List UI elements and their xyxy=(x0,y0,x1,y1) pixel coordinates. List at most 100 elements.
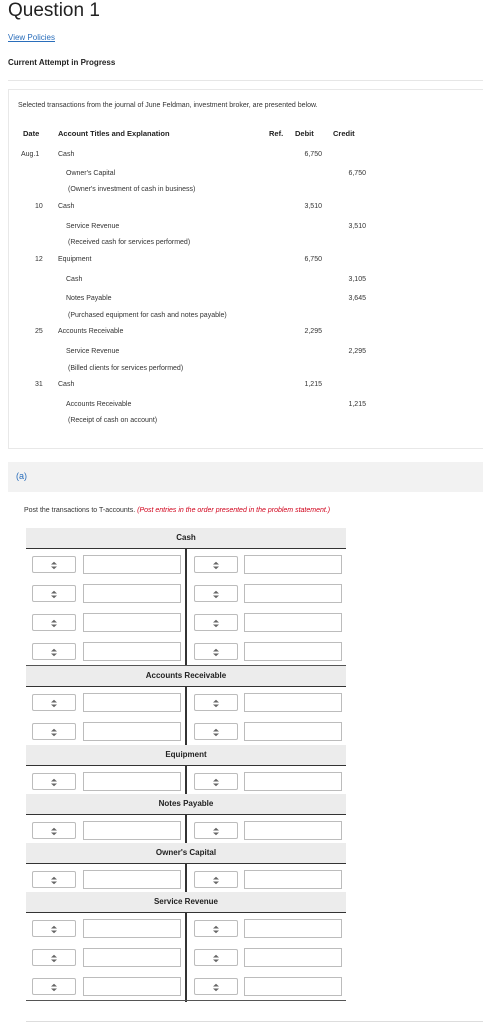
debit-amount-input[interactable] xyxy=(83,772,181,791)
instruction-note: (Post entries in the order presented in … xyxy=(137,507,331,514)
credit-amount-input[interactable] xyxy=(244,948,342,967)
part-a-label: (a) xyxy=(16,471,27,481)
up-down-chevron-icon xyxy=(51,561,57,570)
debit-account-select[interactable] xyxy=(32,556,76,573)
debit-account-select[interactable] xyxy=(32,871,76,888)
credit-account-select[interactable] xyxy=(194,822,238,839)
credit-amount-input[interactable] xyxy=(244,977,342,996)
credit-amount-input[interactable] xyxy=(244,613,342,632)
debit-account-select[interactable] xyxy=(32,643,76,660)
col-ref: Ref. xyxy=(269,129,284,138)
t-account-divider xyxy=(185,864,187,895)
t-account-divider xyxy=(185,549,187,667)
debit-amount-input[interactable] xyxy=(83,870,181,889)
entry-date: 10 xyxy=(35,203,43,210)
t-account-header: Equipment xyxy=(26,745,346,766)
debit-account-select[interactable] xyxy=(32,723,76,740)
divider xyxy=(8,80,483,81)
credit-account-select[interactable] xyxy=(194,978,238,995)
debit-amount-input[interactable] xyxy=(83,693,181,712)
credit-amount-input[interactable] xyxy=(244,821,342,840)
entry-credit-account: Accounts Receivable xyxy=(66,401,132,408)
t-account-header: Owner's Capital xyxy=(26,843,346,864)
debit-account-select[interactable] xyxy=(32,585,76,602)
entry-credit-amount: 1,215 xyxy=(348,401,366,408)
col-account: Account Titles and Explanation xyxy=(58,129,170,138)
credit-account-select[interactable] xyxy=(194,920,238,937)
credit-amount-input[interactable] xyxy=(244,693,342,712)
credit-account-select[interactable] xyxy=(194,614,238,631)
debit-account-select[interactable] xyxy=(32,920,76,937)
debit-amount-input[interactable] xyxy=(83,948,181,967)
debit-amount-input[interactable] xyxy=(83,821,181,840)
entry-debit-amount: 2,295 xyxy=(304,328,322,335)
up-down-chevron-icon xyxy=(213,648,219,657)
debit-amount-input[interactable] xyxy=(83,584,181,603)
credit-account-select[interactable] xyxy=(194,871,238,888)
up-down-chevron-icon xyxy=(51,728,57,737)
credit-amount-input[interactable] xyxy=(244,555,342,574)
debit-amount-input[interactable] xyxy=(83,919,181,938)
debit-amount-input[interactable] xyxy=(83,613,181,632)
debit-account-select[interactable] xyxy=(32,773,76,790)
up-down-chevron-icon xyxy=(213,619,219,628)
entry-explanation: (Billed clients for services performed) xyxy=(68,365,184,372)
debit-account-select[interactable] xyxy=(32,822,76,839)
entry-credit-account: Notes Payable xyxy=(66,295,112,302)
up-down-chevron-icon xyxy=(213,778,219,787)
entry-credit-account: Cash xyxy=(66,276,83,283)
credit-account-select[interactable] xyxy=(194,723,238,740)
credit-amount-input[interactable] xyxy=(244,584,342,603)
up-down-chevron-icon xyxy=(213,699,219,708)
up-down-chevron-icon xyxy=(51,778,57,787)
credit-amount-input[interactable] xyxy=(244,772,342,791)
view-policies-link[interactable]: View Policies xyxy=(8,33,55,42)
debit-account-select[interactable] xyxy=(32,614,76,631)
credit-account-select[interactable] xyxy=(194,694,238,711)
entry-date: 12 xyxy=(35,256,43,263)
credit-account-select[interactable] xyxy=(194,643,238,660)
entry-credit-amount: 3,105 xyxy=(348,276,366,283)
t-account-header: Accounts Receivable xyxy=(26,666,346,687)
debit-amount-input[interactable] xyxy=(83,642,181,661)
t-account-header: Notes Payable xyxy=(26,794,346,815)
entry-explanation: (Received cash for services performed) xyxy=(68,239,191,246)
up-down-chevron-icon xyxy=(213,561,219,570)
debit-amount-input[interactable] xyxy=(83,722,181,741)
col-debit: Debit xyxy=(295,129,314,138)
entry-credit-account: Service Revenue xyxy=(66,223,120,230)
t-account-divider xyxy=(185,766,187,797)
t-account-divider xyxy=(185,687,187,747)
up-down-chevron-icon xyxy=(213,590,219,599)
credit-amount-input[interactable] xyxy=(244,870,342,889)
credit-amount-input[interactable] xyxy=(244,919,342,938)
debit-account-select[interactable] xyxy=(32,694,76,711)
t-account-title: Cash xyxy=(176,533,196,542)
credit-account-select[interactable] xyxy=(194,556,238,573)
up-down-chevron-icon xyxy=(213,876,219,885)
entry-credit-account: Service Revenue xyxy=(66,348,120,355)
part-a-header: (a) xyxy=(8,462,483,492)
col-date: Date xyxy=(23,129,40,138)
debit-amount-input[interactable] xyxy=(83,977,181,996)
debit-account-select[interactable] xyxy=(32,978,76,995)
credit-account-select[interactable] xyxy=(194,773,238,790)
journal-table: Date Account Titles and Explanation Ref.… xyxy=(9,90,483,448)
credit-amount-input[interactable] xyxy=(244,642,342,661)
credit-amount-input[interactable] xyxy=(244,722,342,741)
credit-account-select[interactable] xyxy=(194,585,238,602)
entry-date: 31 xyxy=(35,381,43,388)
entry-explanation: (Owner's investment of cash in business) xyxy=(68,186,196,193)
credit-account-select[interactable] xyxy=(194,949,238,966)
entry-date: Aug.1 xyxy=(21,151,40,158)
up-down-chevron-icon xyxy=(51,876,57,885)
debit-amount-input[interactable] xyxy=(83,555,181,574)
debit-account-select[interactable] xyxy=(32,949,76,966)
entry-debit-account: Cash xyxy=(58,381,75,388)
entry-credit-amount: 3,510 xyxy=(348,223,366,230)
attempt-status: Current Attempt in Progress xyxy=(8,58,116,67)
t-account-divider xyxy=(185,913,187,1002)
entry-debit-amount: 3,510 xyxy=(304,203,322,210)
up-down-chevron-icon xyxy=(51,699,57,708)
t-account-header: Service Revenue xyxy=(26,892,346,913)
